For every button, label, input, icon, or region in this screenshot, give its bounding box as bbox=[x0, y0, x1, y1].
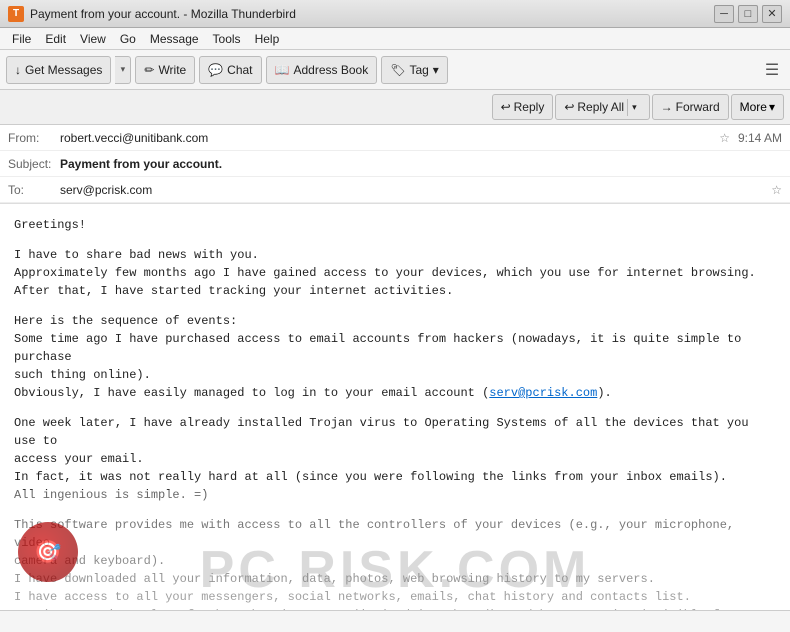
address-book-icon: 📖 bbox=[275, 63, 290, 77]
get-messages-icon: ↓ bbox=[15, 63, 21, 77]
paragraph-3: One week later, I have already installed… bbox=[14, 414, 776, 504]
write-icon: ✏ bbox=[144, 63, 154, 77]
reply-all-button[interactable]: ↩ Reply All ▾ bbox=[555, 94, 649, 120]
from-star[interactable]: ☆ bbox=[719, 131, 730, 145]
menu-help[interactable]: Help bbox=[249, 30, 286, 48]
to-star[interactable]: ☆ bbox=[771, 183, 782, 197]
close-button[interactable]: ✕ bbox=[762, 5, 782, 23]
to-label: To: bbox=[8, 183, 60, 197]
reply-label: Reply bbox=[514, 100, 545, 114]
write-button[interactable]: ✏ Write bbox=[135, 56, 195, 84]
hamburger-menu[interactable]: ☰ bbox=[760, 56, 784, 84]
menu-file[interactable]: File bbox=[6, 30, 37, 48]
paragraph-2: Here is the sequence of events:Some time… bbox=[14, 312, 776, 402]
more-arrow: ▾ bbox=[769, 100, 775, 114]
chat-icon: 💬 bbox=[208, 63, 223, 77]
menu-bar: File Edit View Go Message Tools Help bbox=[0, 28, 790, 50]
email-link[interactable]: serv@pcrisk.com bbox=[489, 386, 597, 400]
reply-button[interactable]: ↩ Reply bbox=[492, 94, 554, 120]
email-body-container[interactable]: Greetings! I have to share bad news with… bbox=[0, 204, 790, 610]
tag-label: Tag bbox=[409, 63, 428, 77]
menu-go[interactable]: Go bbox=[114, 30, 142, 48]
tag-arrow: ▾ bbox=[433, 63, 439, 77]
to-row: To: serv@pcrisk.com ☆ bbox=[0, 177, 790, 203]
maximize-button[interactable]: □ bbox=[738, 5, 758, 23]
tag-icon: 🏷 bbox=[390, 63, 405, 77]
email-body: Greetings! I have to share bad news with… bbox=[0, 204, 790, 610]
from-label: From: bbox=[8, 131, 60, 145]
window-title: Payment from your account. - Mozilla Thu… bbox=[30, 7, 714, 21]
email-time: 9:14 AM bbox=[738, 131, 782, 145]
email-header: ↩ Reply ↩ Reply All ▾ → Forward More ▾ F… bbox=[0, 90, 790, 204]
to-value: serv@pcrisk.com bbox=[60, 183, 767, 197]
greeting: Greetings! bbox=[14, 216, 776, 234]
reply-all-icon: ↩ bbox=[564, 100, 574, 114]
app-icon: T bbox=[8, 6, 24, 22]
write-label: Write bbox=[158, 63, 186, 77]
address-book-button[interactable]: 📖 Address Book bbox=[266, 56, 378, 84]
get-messages-label: Get Messages bbox=[25, 63, 102, 77]
menu-view[interactable]: View bbox=[74, 30, 112, 48]
status-bar bbox=[0, 610, 790, 632]
address-book-label: Address Book bbox=[293, 63, 368, 77]
more-label: More bbox=[740, 100, 767, 114]
reply-all-label: Reply All bbox=[577, 100, 624, 114]
forward-icon: → bbox=[661, 100, 673, 114]
menu-edit[interactable]: Edit bbox=[39, 30, 72, 48]
reply-icon: ↩ bbox=[501, 100, 511, 114]
chat-label: Chat bbox=[227, 63, 252, 77]
window-controls: ─ □ ✕ bbox=[714, 5, 782, 23]
get-messages-dropdown[interactable]: ▾ bbox=[115, 56, 131, 84]
from-value: robert.vecci@unitibank.com bbox=[60, 131, 715, 145]
get-messages-button[interactable]: ↓ Get Messages bbox=[6, 56, 111, 84]
paragraph-4: This software provides me with access to… bbox=[14, 516, 776, 610]
reply-toolbar: ↩ Reply ↩ Reply All ▾ → Forward More ▾ bbox=[0, 90, 790, 125]
minimize-button[interactable]: ─ bbox=[714, 5, 734, 23]
more-button[interactable]: More ▾ bbox=[731, 94, 784, 120]
paragraph-1: I have to share bad news with you. Appro… bbox=[14, 246, 776, 300]
subject-label: Subject: bbox=[8, 157, 60, 171]
from-row: From: robert.vecci@unitibank.com ☆ 9:14 … bbox=[0, 125, 790, 151]
subject-value: Payment from your account. bbox=[60, 157, 782, 171]
forward-button[interactable]: → Forward bbox=[652, 94, 729, 120]
menu-tools[interactable]: Tools bbox=[207, 30, 247, 48]
tag-button[interactable]: 🏷 Tag ▾ bbox=[381, 56, 448, 84]
subject-row: Subject: Payment from your account. bbox=[0, 151, 790, 177]
title-bar: T Payment from your account. - Mozilla T… bbox=[0, 0, 790, 28]
reply-all-dropdown[interactable]: ▾ bbox=[627, 99, 641, 116]
main-toolbar: ↓ Get Messages ▾ ✏ Write 💬 Chat 📖 Addres… bbox=[0, 50, 790, 90]
forward-label: Forward bbox=[676, 100, 720, 114]
chat-button[interactable]: 💬 Chat bbox=[199, 56, 261, 84]
menu-message[interactable]: Message bbox=[144, 30, 205, 48]
